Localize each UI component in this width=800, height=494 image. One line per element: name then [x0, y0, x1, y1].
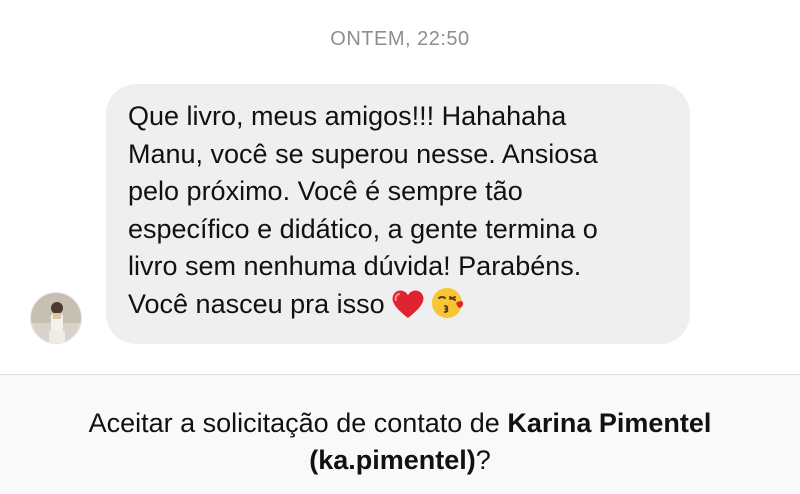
request-contact-name: Karina Pimentel [507, 408, 712, 438]
message-line: Que livro, meus amigos!!! Hahahaha [128, 101, 567, 131]
message-line: específico e didático, a gente termina o [128, 213, 598, 244]
red-heart-icon [391, 288, 425, 331]
request-prefix: Aceitar a solicitação de contato de [88, 408, 508, 438]
sender-avatar[interactable] [30, 292, 82, 344]
message-last-line: Você nasceu pra isso [128, 286, 668, 331]
request-suffix: ? [475, 445, 491, 475]
avatar-photo [31, 293, 81, 343]
face-blowing-kiss-icon [431, 286, 467, 331]
request-line-2: (ka.pimentel)? [0, 442, 800, 479]
message-bubble[interactable]: Que livro, meus amigos!!! Hahahaha Manu,… [106, 84, 690, 344]
message-line: pelo próximo. Você é sempre tão [128, 176, 523, 206]
request-line-1: Aceitar a solicitação de contato de Kari… [0, 405, 800, 442]
message-line: livro sem nenhuma dúvida! Parabéns. [128, 251, 582, 281]
contact-request-banner: Aceitar a solicitação de contato de Kari… [0, 374, 800, 494]
request-contact-handle: (ka.pimentel) [309, 445, 476, 475]
message-timestamp: ONTEM, 22:50 [330, 28, 470, 50]
message-line-text: Você nasceu pra isso [128, 288, 385, 319]
message-line: Manu, você se superou nesse. Ansiosa [128, 138, 598, 169]
